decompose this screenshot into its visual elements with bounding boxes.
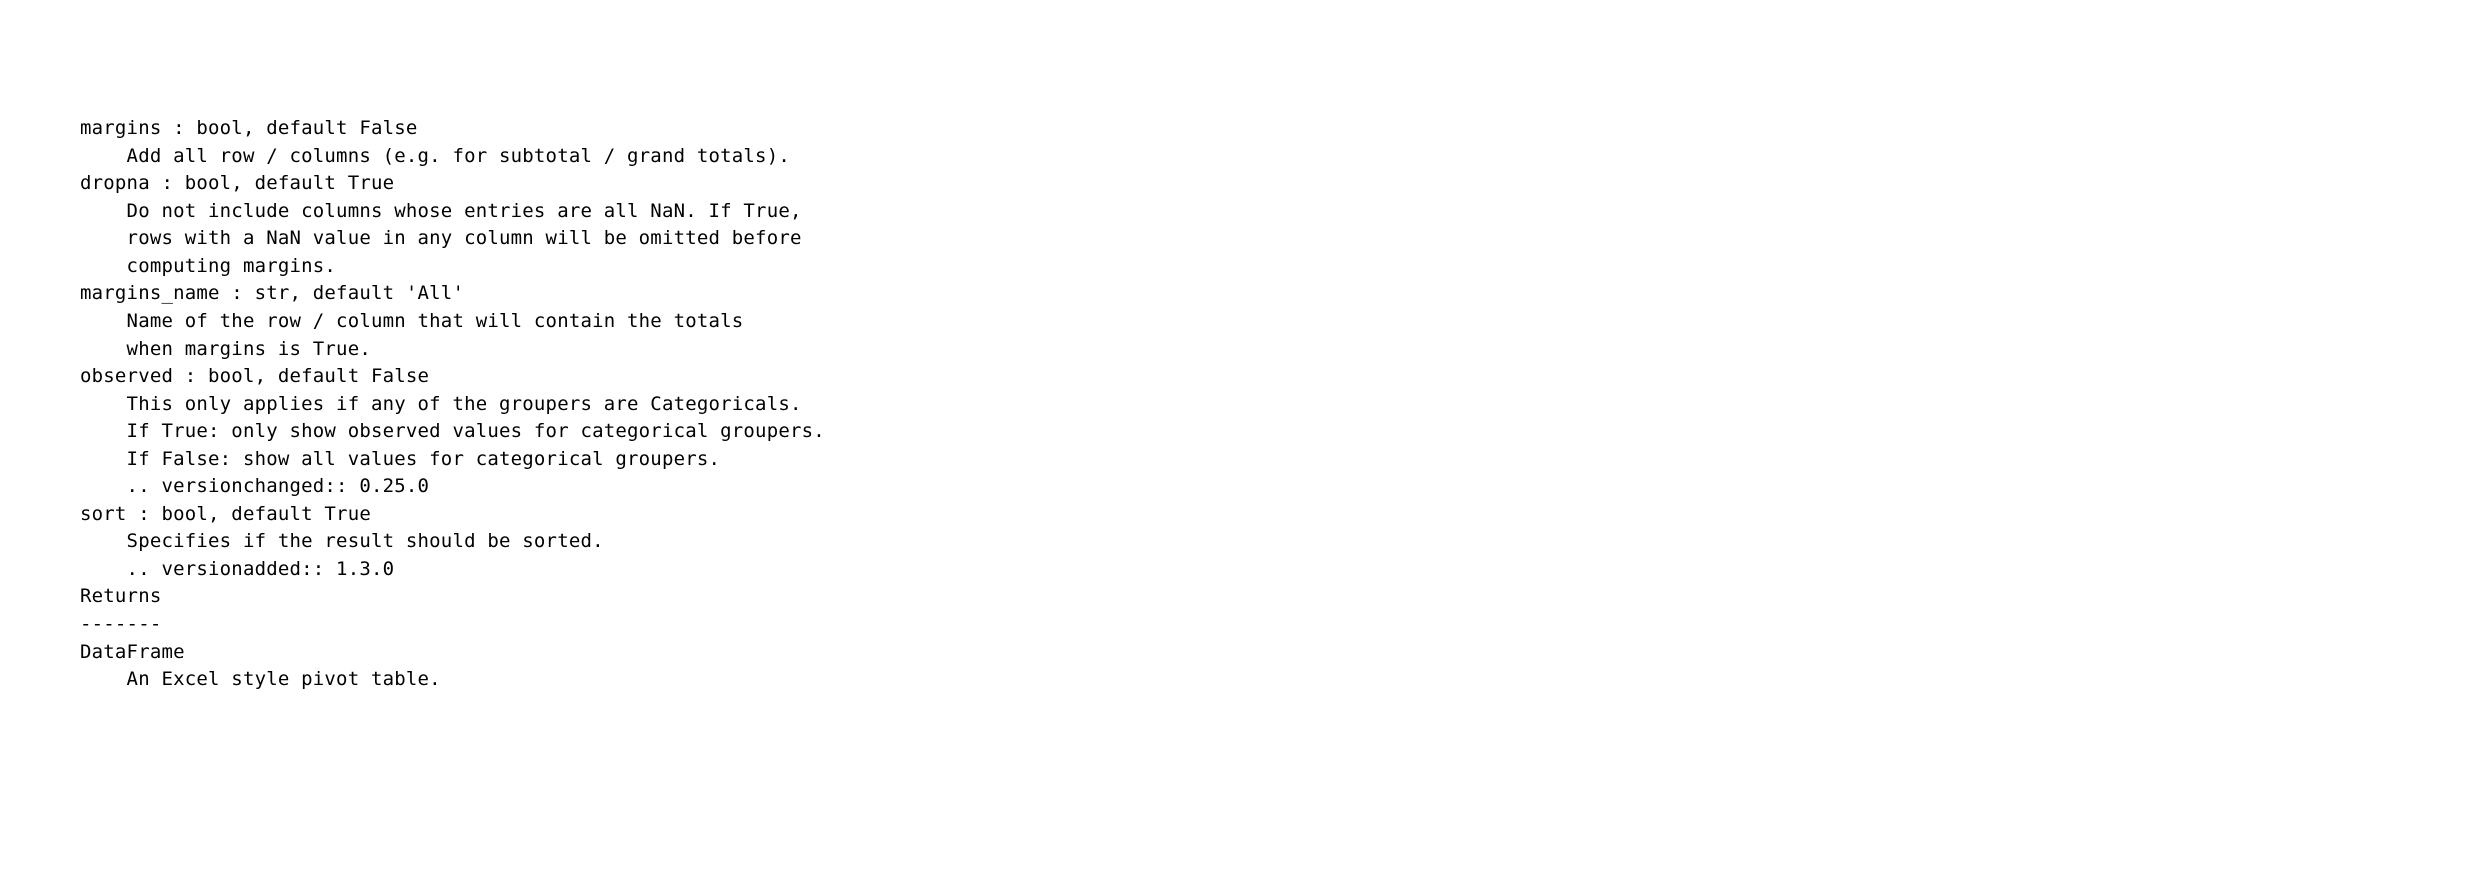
docstring-line: This only applies if any of the groupers… [80, 391, 2488, 419]
docstring-line: .. versionadded:: 1.3.0 [80, 556, 2488, 584]
docstring-line: margins : bool, default False [80, 115, 2488, 143]
docstring-line: DataFrame [80, 639, 2488, 667]
docstring-line: An Excel style pivot table. [80, 666, 2488, 694]
docstring-line: computing margins. [80, 253, 2488, 281]
docstring-line: when margins is True. [80, 336, 2488, 364]
docstring-line: .. versionchanged:: 0.25.0 [80, 473, 2488, 501]
docstring-line: observed : bool, default False [80, 363, 2488, 391]
docstring-line: Specifies if the result should be sorted… [80, 528, 2488, 556]
docstring-line: Name of the row / column that will conta… [80, 308, 2488, 336]
docstring-line: rows with a NaN value in any column will… [80, 225, 2488, 253]
docstring-line: margins_name : str, default 'All' [80, 280, 2488, 308]
docstring-line: Add all row / columns (e.g. for subtotal… [80, 143, 2488, 171]
docstring-block: margins : bool, default False Add all ro… [80, 115, 2488, 693]
docstring-line: Do not include columns whose entries are… [80, 198, 2488, 226]
docstring-line: Returns [80, 583, 2488, 611]
docstring-line: If True: only show observed values for c… [80, 418, 2488, 446]
docstring-line: ------- [80, 611, 2488, 639]
docstring-line: sort : bool, default True [80, 501, 2488, 529]
docstring-line: If False: show all values for categorica… [80, 446, 2488, 474]
docstring-line: dropna : bool, default True [80, 170, 2488, 198]
